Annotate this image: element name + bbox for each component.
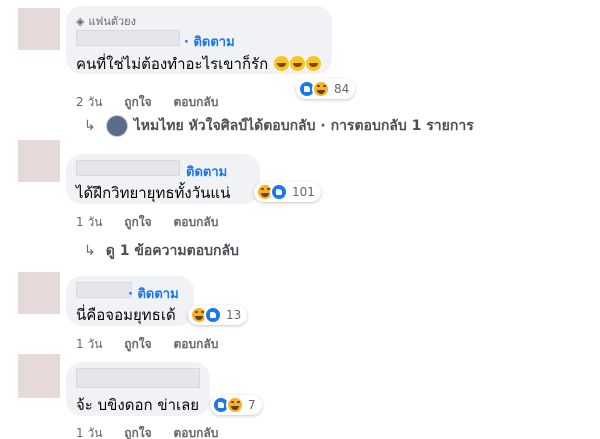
comment-bubble: ◈ แฟนตัวยง · ติดตาม คนที่ใช่ไม่ต้องทำอะไร… bbox=[66, 6, 332, 74]
follow-button[interactable]: ติดตาม bbox=[186, 161, 227, 182]
avatar[interactable] bbox=[18, 140, 60, 182]
timestamp[interactable]: 1 วัน bbox=[76, 337, 102, 351]
reply-button[interactable]: ตอบกลับ bbox=[173, 95, 218, 109]
comment-text: คนที่ใช่ไม่ต้องทำอะไรเขาก็รัก bbox=[76, 52, 321, 76]
comment-bubble: ติดตาม ได้ฝึกวิทยายุทธทั้งวันแน่ bbox=[66, 154, 260, 204]
comment-2: ติดตาม ได้ฝึกวิทยายุทธทั้งวันแน่ 101 1 ว… bbox=[0, 140, 600, 264]
follow-button[interactable]: · ติดตาม bbox=[184, 31, 235, 52]
comment-text: นี่คือจอมยุทธเด้ bbox=[76, 306, 176, 324]
reaction-count: 7 bbox=[248, 398, 256, 412]
like-icon bbox=[270, 183, 288, 201]
comment-actions: 1 วัน ถูกใจ ตอบกลับ bbox=[76, 335, 236, 354]
reply-arrow-icon: ↳ bbox=[84, 118, 96, 134]
rofl-emoji bbox=[289, 56, 305, 71]
reaction-count: 13 bbox=[226, 308, 242, 322]
reply-button[interactable]: ตอบกลับ bbox=[173, 426, 218, 439]
like-button[interactable]: ถูกใจ bbox=[124, 337, 151, 351]
comment-text: ได้ฝึกวิทยายุทธทั้งวันแน่ bbox=[76, 184, 231, 202]
reply-summary[interactable]: ↳ ไหมไทย หัวใจศิลป์ ได้ตอบกลับ · การตอบก… bbox=[84, 115, 474, 137]
fan-badge: ◈ แฟนตัวยง bbox=[76, 15, 137, 28]
comment-bubble: จ้ะ บขิงดอก ข่าเลย bbox=[66, 362, 210, 416]
reply-summary-text: ได้ตอบกลับ · การตอบกลับ 1 รายการ bbox=[247, 118, 474, 134]
comment-actions: 1 วัน ถูกใจ ตอบกลับ bbox=[76, 424, 236, 439]
timestamp[interactable]: 1 วัน bbox=[76, 426, 102, 439]
reply-arrow-icon: ↳ bbox=[84, 243, 96, 259]
view-replies-text: ดู 1 ข้อความตอบกลับ bbox=[105, 243, 239, 259]
reaction-count: 84 bbox=[334, 82, 350, 96]
author-name[interactable] bbox=[76, 368, 200, 388]
comment-text: จ้ะ บขิงดอก ข่าเลย bbox=[76, 396, 200, 414]
reaction-summary[interactable]: 84 bbox=[296, 79, 356, 99]
reaction-count: 101 bbox=[292, 185, 315, 199]
diamond-icon: ◈ bbox=[76, 15, 85, 28]
haha-icon bbox=[226, 396, 244, 414]
like-button[interactable]: ถูกใจ bbox=[124, 95, 151, 109]
reaction-summary[interactable]: 13 bbox=[188, 305, 248, 325]
reply-button[interactable]: ตอบกลับ bbox=[173, 337, 218, 351]
timestamp[interactable]: 2 วัน bbox=[76, 95, 102, 109]
avatar[interactable] bbox=[18, 354, 60, 398]
haha-icon bbox=[312, 80, 330, 98]
replier-name: ไหมไทย หัวใจศิลป์ bbox=[133, 118, 248, 134]
timestamp[interactable]: 1 วัน bbox=[76, 215, 102, 229]
rofl-emoji bbox=[305, 56, 321, 71]
comment-4: จ้ะ บขิงดอก ข่าเลย 7 1 วัน ถูกใจ ตอบกลับ bbox=[0, 354, 600, 439]
reaction-summary[interactable]: 7 bbox=[210, 395, 262, 415]
comment-actions: 1 วัน ถูกใจ ตอบกลับ bbox=[76, 213, 236, 232]
author-name[interactable] bbox=[76, 30, 180, 46]
reply-button[interactable]: ตอบกลับ bbox=[173, 215, 218, 229]
comment-bubble: · ติดตาม นี่คือจอมยุทธเด้ bbox=[66, 276, 194, 326]
author-name[interactable] bbox=[76, 282, 132, 298]
comment-actions: 2 วัน ถูกใจ ตอบกลับ bbox=[76, 93, 236, 112]
like-button[interactable]: ถูกใจ bbox=[124, 426, 151, 439]
follow-button[interactable]: · ติดตาม bbox=[128, 283, 179, 304]
rofl-emoji bbox=[273, 56, 289, 71]
comment-1: ◈ แฟนตัวยง · ติดตาม คนที่ใช่ไม่ต้องทำอะไร… bbox=[0, 0, 600, 140]
reaction-summary[interactable]: 101 bbox=[254, 182, 321, 202]
like-icon bbox=[204, 306, 222, 324]
view-replies-link[interactable]: ↳ ดู 1 ข้อความตอบกลับ bbox=[84, 240, 239, 262]
comment-3: · ติดตาม นี่คือจอมยุทธเด้ 13 1 วัน ถูกใจ… bbox=[0, 264, 600, 354]
avatar[interactable] bbox=[18, 272, 60, 314]
like-button[interactable]: ถูกใจ bbox=[124, 215, 151, 229]
avatar[interactable] bbox=[18, 8, 60, 50]
replier-avatar bbox=[105, 115, 128, 137]
author-name[interactable] bbox=[76, 160, 180, 176]
